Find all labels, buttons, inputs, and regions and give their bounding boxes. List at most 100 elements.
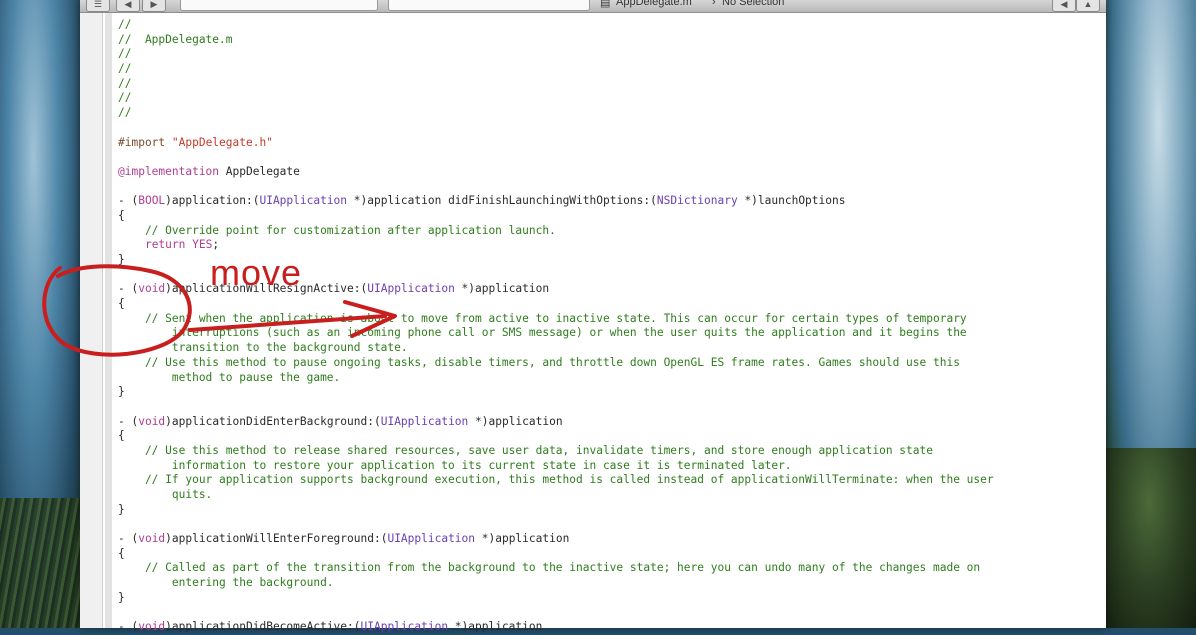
code-token: // Override point for customization afte…: [118, 223, 556, 237]
code-token: )applicationDidBecomeActive:(: [165, 620, 361, 634]
code-line[interactable]: {: [118, 547, 1098, 562]
code-line[interactable]: #import "AppDelegate.h": [118, 136, 1098, 151]
group-breadcrumb[interactable]: [388, 0, 590, 11]
code-line[interactable]: - (void)applicationDidEnterBackground:(U…: [118, 415, 1098, 430]
code-line[interactable]: [118, 400, 1098, 415]
code-token: *)application: [454, 282, 550, 296]
code-line[interactable]: }: [118, 385, 1098, 400]
code-token: - (: [118, 194, 139, 208]
chevron-right-icon: ▶: [150, 0, 158, 9]
code-line[interactable]: {: [118, 429, 1098, 444]
code-token: *)launchOptions: [737, 194, 846, 208]
previous-issue-button[interactable]: ◀: [1052, 0, 1076, 12]
code-token: return: [144, 238, 186, 252]
code-token: NSDictionary: [656, 194, 738, 208]
source-editor[interactable]: //// AppDelegate.m//////////#import "App…: [118, 18, 1098, 635]
code-token: quits.: [118, 488, 213, 501]
code-token: )application:(: [165, 194, 260, 208]
project-breadcrumb[interactable]: [180, 0, 378, 11]
code-line[interactable]: }: [118, 591, 1098, 606]
code-token: - (: [118, 414, 139, 428]
line-gutter[interactable]: [80, 13, 103, 628]
code-token: - (: [118, 282, 139, 296]
code-token: }: [118, 385, 125, 399]
code-token: UIApplication: [380, 414, 469, 428]
code-line[interactable]: //: [118, 62, 1098, 77]
selection-breadcrumb[interactable]: No Selection: [722, 0, 784, 8]
code-line[interactable]: [118, 606, 1098, 621]
next-issue-button[interactable]: ▲: [1076, 0, 1100, 12]
code-token: // AppDelegate.m: [118, 32, 233, 46]
code-line[interactable]: // Use this method to pause ongoing task…: [118, 356, 1098, 371]
code-line[interactable]: // If your application supports backgrou…: [118, 473, 1098, 488]
code-token: void: [138, 532, 166, 546]
code-token: }: [118, 502, 125, 516]
code-line[interactable]: - (void)applicationWillEnterForeground:(…: [118, 532, 1098, 547]
code-line[interactable]: [118, 150, 1098, 165]
code-token: //: [118, 18, 132, 31]
grass-left: [0, 498, 84, 628]
code-token: UIApplication: [387, 532, 476, 546]
code-token: //: [118, 91, 132, 105]
code-token: - (: [118, 532, 139, 546]
code-line[interactable]: //: [118, 77, 1098, 92]
separator-icon: ›: [712, 0, 716, 8]
code-token: // If your application supports backgrou…: [118, 473, 994, 487]
code-line[interactable]: transition to the background state.: [118, 341, 1098, 356]
code-token: //: [118, 76, 132, 90]
code-line[interactable]: entering the background.: [118, 576, 1098, 591]
code-line[interactable]: //: [118, 47, 1098, 62]
desktop-wallpaper-right: [1102, 0, 1196, 628]
code-line[interactable]: interruptions (such as an incoming phone…: [118, 326, 1098, 341]
code-token: #import: [118, 135, 172, 149]
code-token: )applicationWillEnterForeground:(: [165, 532, 388, 546]
code-line[interactable]: // AppDelegate.m: [118, 33, 1098, 48]
file-icon: ▤: [600, 0, 611, 9]
code-line[interactable]: [118, 180, 1098, 195]
forward-button[interactable]: ▶: [142, 0, 166, 12]
code-line[interactable]: // Sent when the application is about to…: [118, 312, 1098, 327]
code-line[interactable]: //: [118, 18, 1098, 33]
warning-icon: ▲: [1083, 0, 1093, 9]
jump-bar: ☰ ◀ ▶ ▤ AppDelegate.m › No Selection ◀ ▲: [80, 0, 1106, 13]
code-line[interactable]: [118, 121, 1098, 136]
code-line[interactable]: return YES;: [118, 238, 1098, 253]
code-folding-ribbon[interactable]: [105, 13, 112, 628]
code-line[interactable]: - (BOOL)application:(UIApplication *)app…: [118, 194, 1098, 209]
back-button[interactable]: ◀: [116, 0, 140, 12]
code-token: *)application: [475, 532, 570, 546]
code-token: ;: [212, 238, 220, 252]
code-line[interactable]: [118, 517, 1098, 532]
code-token: void: [138, 620, 166, 634]
code-token: method to pause the game.: [118, 370, 341, 384]
code-token: information to restore your application …: [118, 458, 792, 472]
code-line[interactable]: // Override point for customization afte…: [118, 224, 1098, 239]
code-line[interactable]: method to pause the game.: [118, 371, 1098, 386]
code-line[interactable]: {: [118, 209, 1098, 224]
code-token: // Use this method to release shared res…: [118, 443, 933, 457]
code-line[interactable]: // Called as part of the transition from…: [118, 561, 1098, 576]
tree-right: [1102, 448, 1196, 628]
file-breadcrumb[interactable]: AppDelegate.m: [616, 0, 692, 8]
desktop-wallpaper-left: [0, 0, 84, 628]
code-token: BOOL: [138, 194, 166, 208]
code-line[interactable]: information to restore your application …: [118, 459, 1098, 474]
code-line[interactable]: @implementation AppDelegate: [118, 165, 1098, 180]
code-line[interactable]: // Use this method to release shared res…: [118, 444, 1098, 459]
code-token: }: [118, 590, 125, 604]
code-token: // Called as part of the transition from…: [118, 561, 981, 575]
code-token: {: [118, 297, 125, 311]
code-token: interruptions (such as an incoming phone…: [118, 326, 967, 340]
xcode-editor-window: ☰ ◀ ▶ ▤ AppDelegate.m › No Selection ◀ ▲…: [80, 0, 1106, 633]
code-line[interactable]: //: [118, 91, 1098, 106]
code-line[interactable]: quits.: [118, 488, 1098, 503]
grid-icon: ☰: [93, 0, 103, 9]
code-line[interactable]: //: [118, 106, 1098, 121]
code-line[interactable]: {: [118, 297, 1098, 312]
code-line[interactable]: }: [118, 503, 1098, 518]
related-files-button[interactable]: ☰: [86, 0, 110, 12]
code-token: UIApplication: [360, 620, 449, 634]
code-token: //: [118, 106, 132, 120]
code-token: //: [118, 47, 132, 61]
